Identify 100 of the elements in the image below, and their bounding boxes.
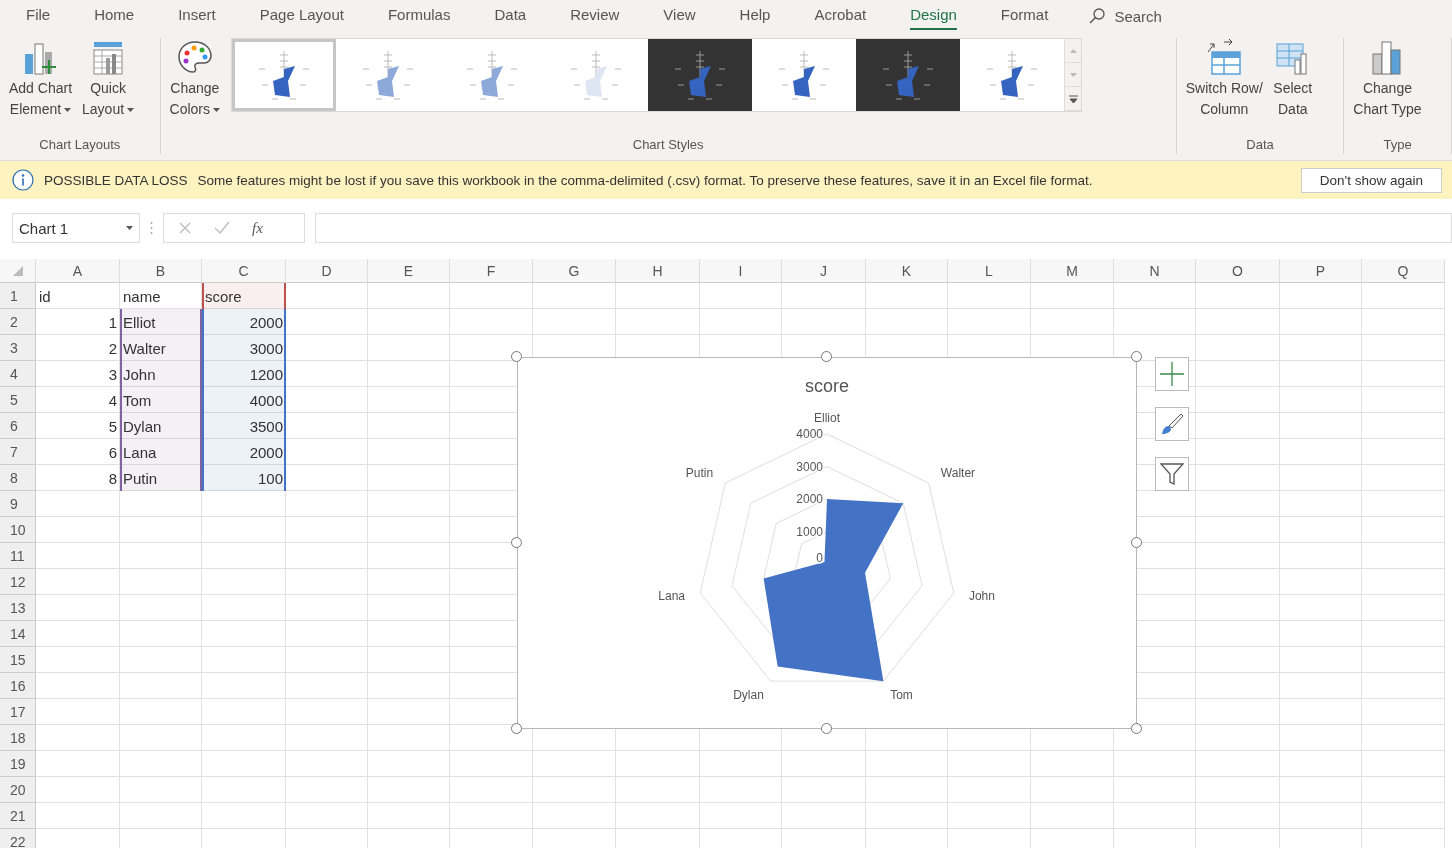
row-header[interactable]: 18 (0, 725, 36, 751)
group-label: Chart Styles (631, 137, 705, 154)
search-field[interactable]: Search (1088, 7, 1162, 25)
column-header[interactable]: E (368, 259, 450, 283)
ribbon-tab[interactable]: Acrobat (814, 2, 867, 30)
column-header[interactable]: K (866, 259, 948, 283)
check-icon[interactable] (214, 221, 230, 235)
chart-area[interactable]: score Elliot 4000 Putin 3000 Walter 2000 1000 0 Lana John Dylan Tom (517, 357, 1137, 729)
resize-handle[interactable] (821, 351, 832, 362)
message-title: POSSIBLE DATA LOSS (44, 172, 188, 188)
table-cell: Putin (120, 465, 202, 491)
ribbon-tab[interactable]: Help (739, 2, 771, 30)
table-cell: Tom (120, 387, 202, 413)
column-header[interactable]: P (1280, 259, 1362, 283)
resize-handle[interactable] (1131, 537, 1142, 548)
table-cell-text: 1 (107, 312, 118, 333)
column-header[interactable]: F (450, 259, 533, 283)
resize-handle[interactable] (511, 351, 522, 362)
table-cell: 100 (202, 465, 286, 491)
column-header[interactable]: H (616, 259, 700, 283)
ribbon-button[interactable]: Change Colors (166, 38, 224, 120)
column-header[interactable]: G (533, 259, 616, 283)
column-header[interactable]: A (36, 259, 120, 283)
group-label: Data (1245, 137, 1275, 154)
table-cell-text: 3 (107, 364, 118, 385)
column-header[interactable]: L (948, 259, 1031, 283)
row-header[interactable]: 10 (0, 517, 36, 543)
row-header[interactable]: 20 (0, 777, 36, 803)
search-icon (1088, 7, 1107, 25)
row-header[interactable]: 12 (0, 569, 36, 595)
row-header[interactable]: 11 (0, 543, 36, 569)
column-header[interactable]: C (202, 259, 286, 283)
row-header[interactable]: 7 (0, 439, 36, 465)
ribbon-tab[interactable]: Insert (178, 2, 216, 30)
resize-handle[interactable] (511, 723, 522, 734)
row-header[interactable]: 6 (0, 413, 36, 439)
row-header[interactable]: 22 (0, 829, 36, 848)
row-header[interactable]: 2 (0, 309, 36, 335)
resize-handle[interactable] (1131, 723, 1142, 734)
row-header[interactable]: 19 (0, 751, 36, 777)
row-header[interactable]: 5 (0, 387, 36, 413)
dont-show-again-button[interactable]: Don't show again (1300, 167, 1442, 193)
column-header[interactable]: Q (1362, 259, 1445, 283)
ribbon-tab[interactable]: Formulas (387, 2, 451, 30)
name-box[interactable]: Chart 1 (12, 213, 140, 243)
ribbon-button[interactable]: Switch Row/ Column (1182, 38, 1266, 120)
column-header[interactable]: O (1196, 259, 1280, 283)
row-header[interactable]: 16 (0, 673, 36, 699)
row-header[interactable]: 3 (0, 335, 36, 361)
chart-style-thumbnail[interactable] (232, 39, 337, 111)
ribbon-tab[interactable]: Review (570, 2, 620, 30)
message-text: Some features might be lost if you save this workbook in the comma-delimited (.csv) format. To preserve these features, save it in an Excel file format. (197, 172, 1094, 188)
table-cell: John (120, 361, 202, 387)
caret-icon (126, 225, 133, 231)
ribbon-tab[interactable]: Home (94, 2, 135, 30)
ribbon-button[interactable]: Select Data (1269, 38, 1316, 120)
row-header[interactable]: 8 (0, 465, 36, 491)
column-header[interactable]: J (782, 259, 866, 283)
row-header[interactable]: 4 (0, 361, 36, 387)
resize-handle[interactable] (821, 723, 832, 734)
ribbon-tab[interactable]: View (663, 2, 696, 30)
column-header[interactable]: B (120, 259, 202, 283)
ribbon-button[interactable]: Change Chart Type (1350, 38, 1425, 120)
ribbon-tab[interactable]: Data (494, 2, 527, 30)
resize-handle[interactable] (1131, 351, 1142, 362)
row-header[interactable]: 14 (0, 621, 36, 647)
chart-elements-button[interactable] (1155, 357, 1189, 391)
column-header[interactable]: M (1031, 259, 1114, 283)
table-cell: 3500 (202, 413, 286, 439)
tick-label: 3000 (796, 459, 823, 474)
column-header[interactable]: D (286, 259, 368, 283)
chart-styles-button[interactable] (1155, 407, 1189, 441)
chart-style-thumbnail[interactable] (648, 39, 753, 111)
expand-icon (1068, 94, 1078, 103)
row-header[interactable]: 13 (0, 595, 36, 621)
row-header[interactable]: 9 (0, 491, 36, 517)
row-header[interactable]: 15 (0, 647, 36, 673)
ribbon-tab[interactable]: File (26, 2, 51, 30)
filter-icon (1160, 462, 1184, 486)
formula-input[interactable] (315, 213, 1452, 243)
grip-icon (150, 221, 153, 235)
row-header[interactable]: 21 (0, 803, 36, 829)
ribbon-tab[interactable]: Design (910, 2, 957, 30)
table-cell-text: 4 (107, 390, 118, 411)
table-cell: Walter (120, 335, 202, 361)
chart-style-thumbnail[interactable] (856, 39, 961, 111)
resize-handle[interactable] (511, 537, 522, 548)
ribbon-button[interactable]: Quick Layout (79, 38, 138, 120)
ribbon-tab[interactable]: Page Layout (259, 2, 344, 30)
down-arrow-icon (1069, 72, 1077, 77)
chart-filters-button[interactable] (1155, 457, 1189, 491)
ribbon-tab[interactable]: Format (1000, 2, 1049, 30)
row-header[interactable]: 17 (0, 699, 36, 725)
insert-function-button[interactable]: fx (252, 219, 263, 237)
category-label: Lana (658, 589, 686, 604)
column-header[interactable]: N (1114, 259, 1196, 283)
ribbon-button[interactable]: Add Chart Element (6, 38, 76, 120)
row-header[interactable]: 1 (0, 283, 36, 309)
column-header[interactable]: I (700, 259, 782, 283)
cancel-icon[interactable] (178, 221, 192, 235)
